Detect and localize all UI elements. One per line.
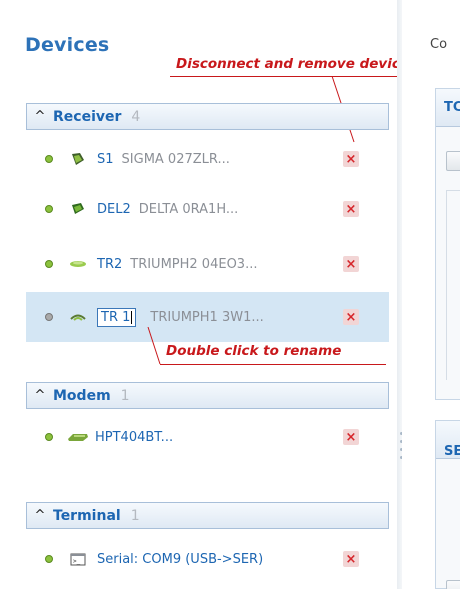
group-header-receiver[interactable]: ^ Receiver 4 [26, 103, 389, 130]
modem-icon [67, 430, 89, 444]
device-row-del2[interactable]: DEL2 DELTA 0RA1H... × [26, 184, 389, 234]
receiver-dark-icon [67, 152, 89, 166]
remove-device-button[interactable]: × [343, 429, 359, 445]
status-dot-icon [45, 205, 53, 213]
terminal-icon: >_ [67, 552, 89, 566]
remove-device-button[interactable]: × [343, 309, 359, 325]
receiver-wifi-icon [67, 310, 89, 324]
right-section-2-button[interactable] [446, 580, 460, 589]
device-name[interactable]: HPT404BT... [95, 430, 173, 445]
collapse-chevron-icon[interactable]: ^ [27, 109, 53, 124]
collapse-chevron-icon[interactable]: ^ [27, 388, 53, 403]
group-name: Modem [53, 387, 111, 404]
remove-annotation: Disconnect and remove device [176, 56, 409, 72]
rename-annotation-underline [160, 364, 386, 365]
remove-device-button[interactable]: × [343, 256, 359, 272]
panel-title: Devices [25, 34, 110, 56]
rename-input-value[interactable]: TR 1 [101, 310, 130, 325]
group-count: 1 [120, 387, 130, 404]
devices-panel: Devices Disconnect and remove device ^ R… [0, 0, 444, 589]
group-header-modem[interactable]: ^ Modem 1 [26, 382, 389, 409]
right-section-2-label: SE [444, 444, 460, 459]
device-name[interactable]: S1 [97, 152, 114, 167]
device-name[interactable]: TR2 [97, 257, 122, 272]
device-row-modem[interactable]: HPT404BT... × [26, 412, 389, 462]
group-name: Receiver [53, 108, 122, 125]
status-dot-icon [45, 555, 53, 563]
device-model: TRIUMPH1 3W1... [150, 309, 264, 325]
group-header-terminal[interactable]: ^ Terminal 1 [26, 502, 389, 529]
remove-device-button[interactable]: × [343, 551, 359, 567]
status-dot-icon [45, 260, 53, 268]
device-name[interactable]: Serial: COM9 (USB->SER) [97, 552, 263, 567]
remove-device-button[interactable]: × [343, 201, 359, 217]
device-row-terminal[interactable]: >_ Serial: COM9 (USB->SER) × [26, 534, 389, 584]
group-name: Terminal [53, 507, 121, 524]
collapse-chevron-icon[interactable]: ^ [27, 508, 53, 523]
group-count: 1 [130, 507, 140, 524]
connection-panel: Co TC SE [402, 0, 460, 589]
status-dot-icon [45, 155, 53, 163]
status-dot-icon [45, 433, 53, 441]
receiver-flat-icon [67, 257, 89, 271]
device-name[interactable]: DEL2 [97, 202, 131, 217]
device-row-tr2[interactable]: TR2 TRIUMPH2 04EO3... × [26, 239, 389, 289]
right-panel-title: Co [430, 37, 448, 52]
svg-text:>_: >_ [73, 558, 81, 565]
device-model: SIGMA 027ZLR... [121, 151, 230, 167]
status-dot-icon [45, 313, 53, 321]
text-caret [131, 310, 133, 324]
device-model: DELTA 0RA1H... [138, 201, 239, 217]
group-count: 4 [131, 108, 141, 125]
device-row-s1[interactable]: S1 SIGMA 027ZLR... × [26, 134, 389, 184]
receiver-green-icon [67, 202, 89, 216]
device-row-tr1[interactable]: TR 1 TRIUMPH1 3W1... × [26, 292, 389, 342]
rename-annotation: Double click to rename [166, 343, 342, 359]
right-section-1-table [446, 190, 460, 380]
device-model: TRIUMPH2 04EO3... [130, 256, 258, 272]
rename-input[interactable]: TR 1 [97, 307, 137, 327]
rename-annotation-leader [147, 327, 161, 365]
right-section-1-label: TC [444, 100, 460, 115]
remove-device-button[interactable]: × [343, 151, 359, 167]
right-section-1-button[interactable] [446, 151, 460, 171]
